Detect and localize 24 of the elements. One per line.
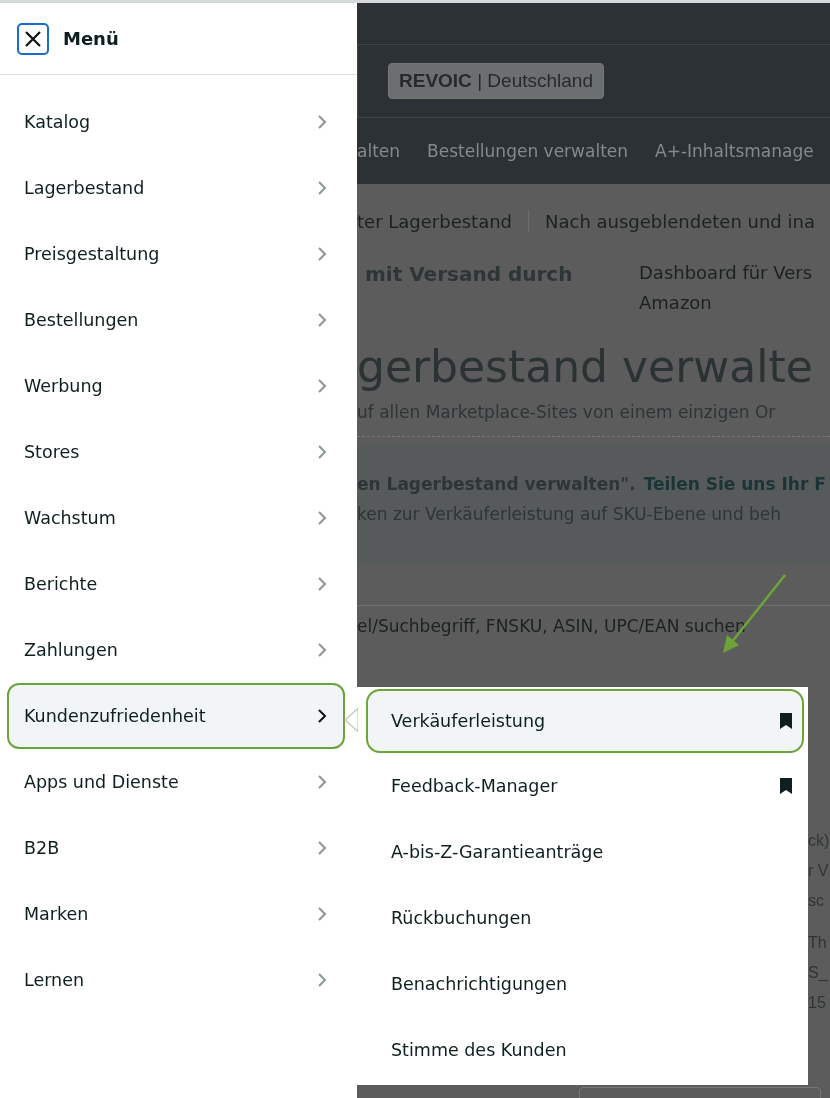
submenu-item[interactable]: Stimme des Kunden [357, 1017, 808, 1083]
menu-item[interactable]: Kundenzufriedenheit [7, 683, 345, 749]
menu-item[interactable]: Apps und Dienste [0, 749, 357, 815]
menu-item[interactable]: Lagerbestand [0, 155, 357, 221]
menu-item[interactable]: Zahlungen [0, 617, 357, 683]
nav-link[interactable]: Bestellungen verwalten [427, 141, 629, 161]
nav-link[interactable]: alten [357, 141, 401, 161]
menu-item[interactable]: Wachstum [0, 485, 357, 551]
menu-item[interactable]: Lernen [0, 947, 357, 1013]
submenu-item[interactable]: Benachrichtigungen [357, 951, 808, 1017]
submenu-item[interactable]: Rückbuchungen [357, 885, 808, 951]
nav-link[interactable]: A+-Inhaltsmanage [655, 141, 814, 161]
menu-item[interactable]: B2B [0, 815, 357, 881]
menu-item[interactable]: Bestellungen [0, 287, 357, 353]
menu-title: Menü [63, 28, 119, 49]
menu-item[interactable]: Marken [0, 881, 357, 947]
submenu-item[interactable]: Verkäuferleistung [366, 689, 804, 753]
submenu-item[interactable]: Feedback-Manager [357, 753, 808, 819]
menu-item[interactable]: Stores [0, 419, 357, 485]
menu-item[interactable]: Berichte [0, 551, 357, 617]
submenu-item[interactable]: A-bis-Z-Garantieanträge [357, 819, 808, 885]
menu-item[interactable]: Preisgestaltung [0, 221, 357, 287]
menu-item[interactable]: Werbung [0, 353, 357, 419]
menu-item[interactable]: Katalog [0, 89, 357, 155]
